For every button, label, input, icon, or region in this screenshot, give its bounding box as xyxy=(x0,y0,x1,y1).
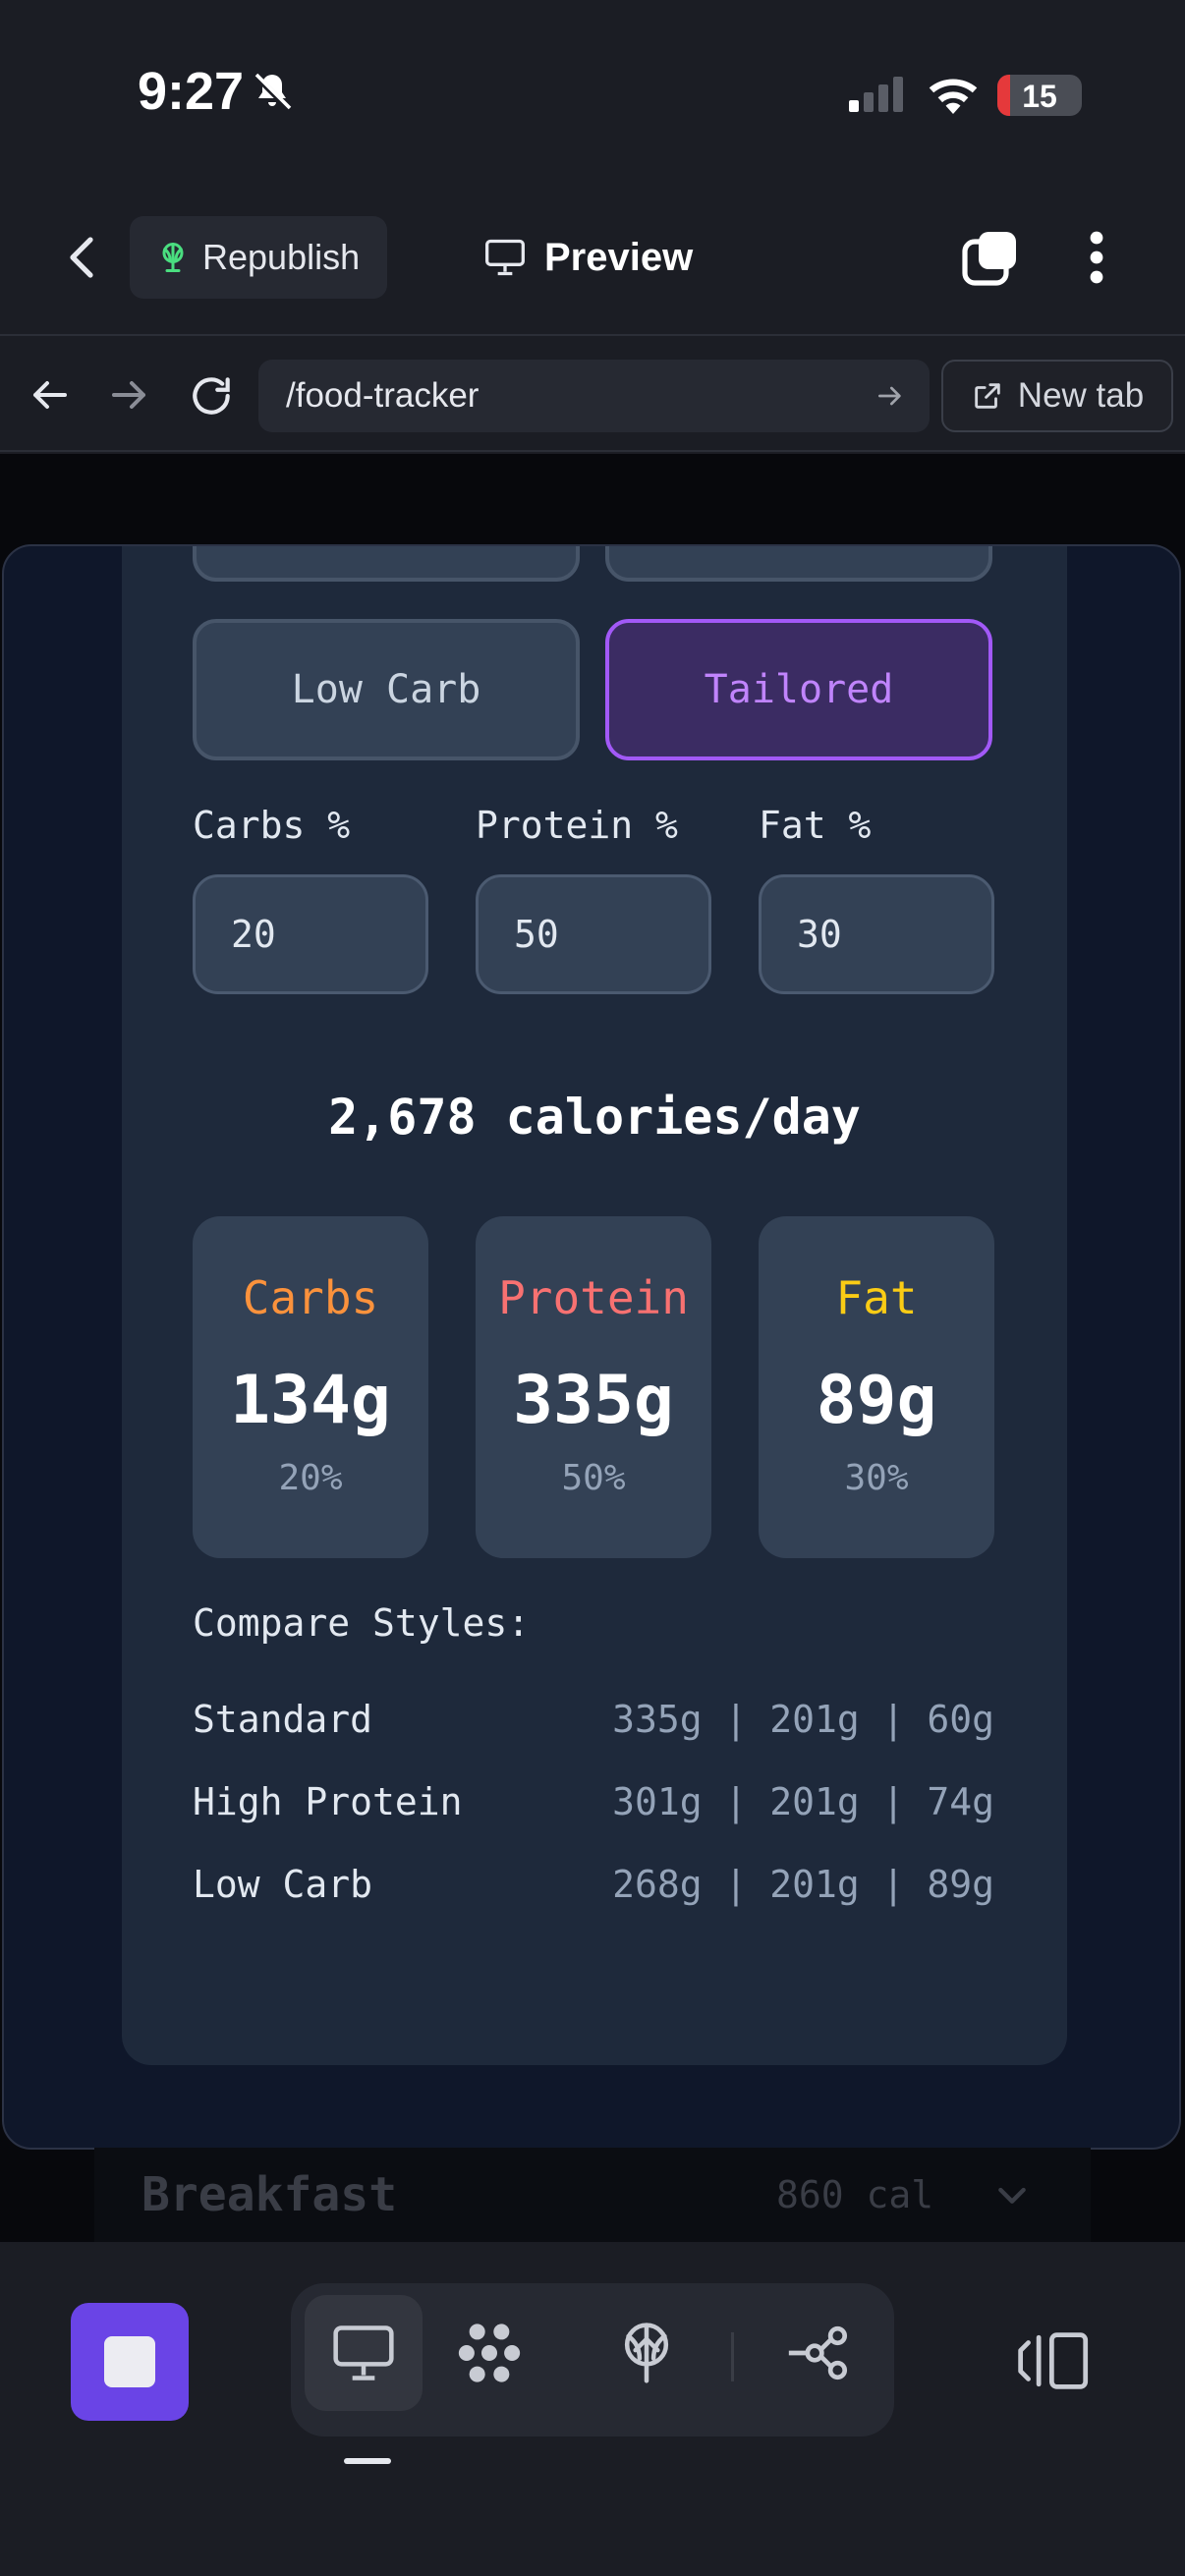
url-input[interactable]: /food-tracker xyxy=(258,360,930,432)
low-carb-button[interactable]: Low Carb xyxy=(193,619,580,760)
battery-cap xyxy=(1075,87,1081,103)
wifi-icon xyxy=(926,73,981,119)
back-button[interactable] xyxy=(51,226,114,289)
stop-icon xyxy=(104,2336,155,2387)
preview-label: Preview xyxy=(544,235,694,279)
chevron-left-icon xyxy=(70,237,93,278)
preview-mode-button[interactable] xyxy=(305,2295,423,2411)
meal-title: Breakfast xyxy=(141,2167,398,2222)
active-tab-indicator xyxy=(344,2458,391,2464)
workflow-button[interactable] xyxy=(759,2295,876,2411)
compare-row: Low Carb 268g | 201g | 89g xyxy=(193,1863,994,1906)
republish-button[interactable]: Republish xyxy=(130,216,387,299)
meal-section-breakfast[interactable]: Breakfast 860 cal xyxy=(94,2148,1091,2242)
compare-row-label: Standard xyxy=(193,1698,373,1741)
new-tab-button[interactable]: New tab xyxy=(941,360,1173,432)
compare-row: High Protein 301g | 201g | 74g xyxy=(193,1780,994,1823)
meal-calories: 860 cal xyxy=(776,2173,934,2216)
view-mode-group xyxy=(291,2283,894,2436)
diet-style-button-hidden-2[interactable] xyxy=(605,546,992,582)
arrow-forward-icon[interactable] xyxy=(106,371,153,423)
publish-tree-icon xyxy=(162,243,184,272)
macro-card-protein: Protein 335g 50% xyxy=(476,1216,711,1558)
monitor-icon xyxy=(485,239,525,276)
compare-row: Standard 335g | 201g | 60g xyxy=(193,1698,994,1741)
dots-cluster-icon xyxy=(458,2324,521,2382)
macro-percent: 50% xyxy=(561,1458,626,1498)
compare-row-label: High Protein xyxy=(193,1780,463,1823)
compare-row-values: 268g | 201g | 89g xyxy=(612,1863,994,1906)
carbs-percent-input[interactable]: 20 xyxy=(193,874,428,994)
macro-percent: 30% xyxy=(844,1458,909,1498)
reload-icon[interactable] xyxy=(187,371,236,425)
compare-row-values: 335g | 201g | 60g xyxy=(612,1698,994,1741)
status-bar: 9:27 15 xyxy=(0,0,1185,196)
stop-button[interactable] xyxy=(71,2303,189,2421)
workflow-icon xyxy=(788,2325,848,2380)
republish-label: Republish xyxy=(202,237,361,277)
go-arrow-icon[interactable] xyxy=(875,380,906,412)
deploy-button[interactable] xyxy=(588,2295,705,2411)
compare-styles-title: Compare Styles: xyxy=(193,1601,531,1645)
webview: Low Carb Tailored Carbs % Protein % Fat … xyxy=(0,454,1185,2242)
tabs-switcher-icon[interactable] xyxy=(959,226,1022,294)
integrations-button[interactable] xyxy=(430,2295,548,2411)
battery-level: 15 xyxy=(1022,79,1057,114)
macro-percent: 20% xyxy=(278,1458,343,1498)
macro-grams: 335g xyxy=(513,1362,674,1439)
macro-card-fat: Fat 89g 30% xyxy=(759,1216,994,1558)
compare-row-label: Low Carb xyxy=(193,1863,373,1906)
macro-grams: 89g xyxy=(816,1362,937,1439)
preview-frame: Low Carb Tailored Carbs % Protein % Fat … xyxy=(2,544,1181,2150)
url-text: /food-tracker xyxy=(286,376,480,415)
browser-toolbar: /food-tracker New tab xyxy=(0,334,1185,452)
fat-percent-label: Fat % xyxy=(759,804,872,847)
calorie-total: 2,678 calories/day xyxy=(328,1089,861,1146)
bell-muted-icon xyxy=(249,69,296,121)
diet-style-button-hidden-1[interactable] xyxy=(193,546,580,582)
preview-toggle[interactable]: Preview xyxy=(483,226,693,289)
bottom-toolbar xyxy=(0,2242,1185,2576)
macro-name: Carbs xyxy=(242,1271,379,1324)
macro-name: Fat xyxy=(835,1271,918,1324)
more-options-icon[interactable] xyxy=(1081,226,1112,294)
battery-indicator: 15 xyxy=(997,75,1082,116)
arrow-back-icon[interactable] xyxy=(26,371,73,423)
toolbar-divider xyxy=(731,2332,734,2381)
cellular-signal-icon xyxy=(849,77,908,117)
carbs-percent-label: Carbs % xyxy=(193,804,351,847)
compare-row-values: 301g | 201g | 74g xyxy=(612,1780,994,1823)
tailored-button[interactable]: Tailored xyxy=(605,619,992,760)
chevron-down-icon[interactable] xyxy=(992,2175,1032,2214)
status-time: 9:27 xyxy=(138,62,245,121)
app-bar: Republish Preview xyxy=(0,196,1185,334)
macro-name: Protein xyxy=(498,1271,689,1324)
macro-card-carbs: Carbs 134g 20% xyxy=(193,1216,428,1558)
macro-grams: 134g xyxy=(230,1362,391,1439)
protein-percent-label: Protein % xyxy=(476,804,678,847)
external-link-icon xyxy=(975,383,1000,409)
side-panel-icon[interactable] xyxy=(1018,2328,1091,2398)
macro-calculator-panel: Low Carb Tailored Carbs % Protein % Fat … xyxy=(122,546,1067,2065)
protein-percent-input[interactable]: 50 xyxy=(476,874,711,994)
publish-tree-icon xyxy=(624,2323,669,2383)
monitor-icon xyxy=(333,2325,394,2380)
fat-percent-input[interactable]: 30 xyxy=(759,874,994,994)
new-tab-label: New tab xyxy=(1017,376,1145,415)
